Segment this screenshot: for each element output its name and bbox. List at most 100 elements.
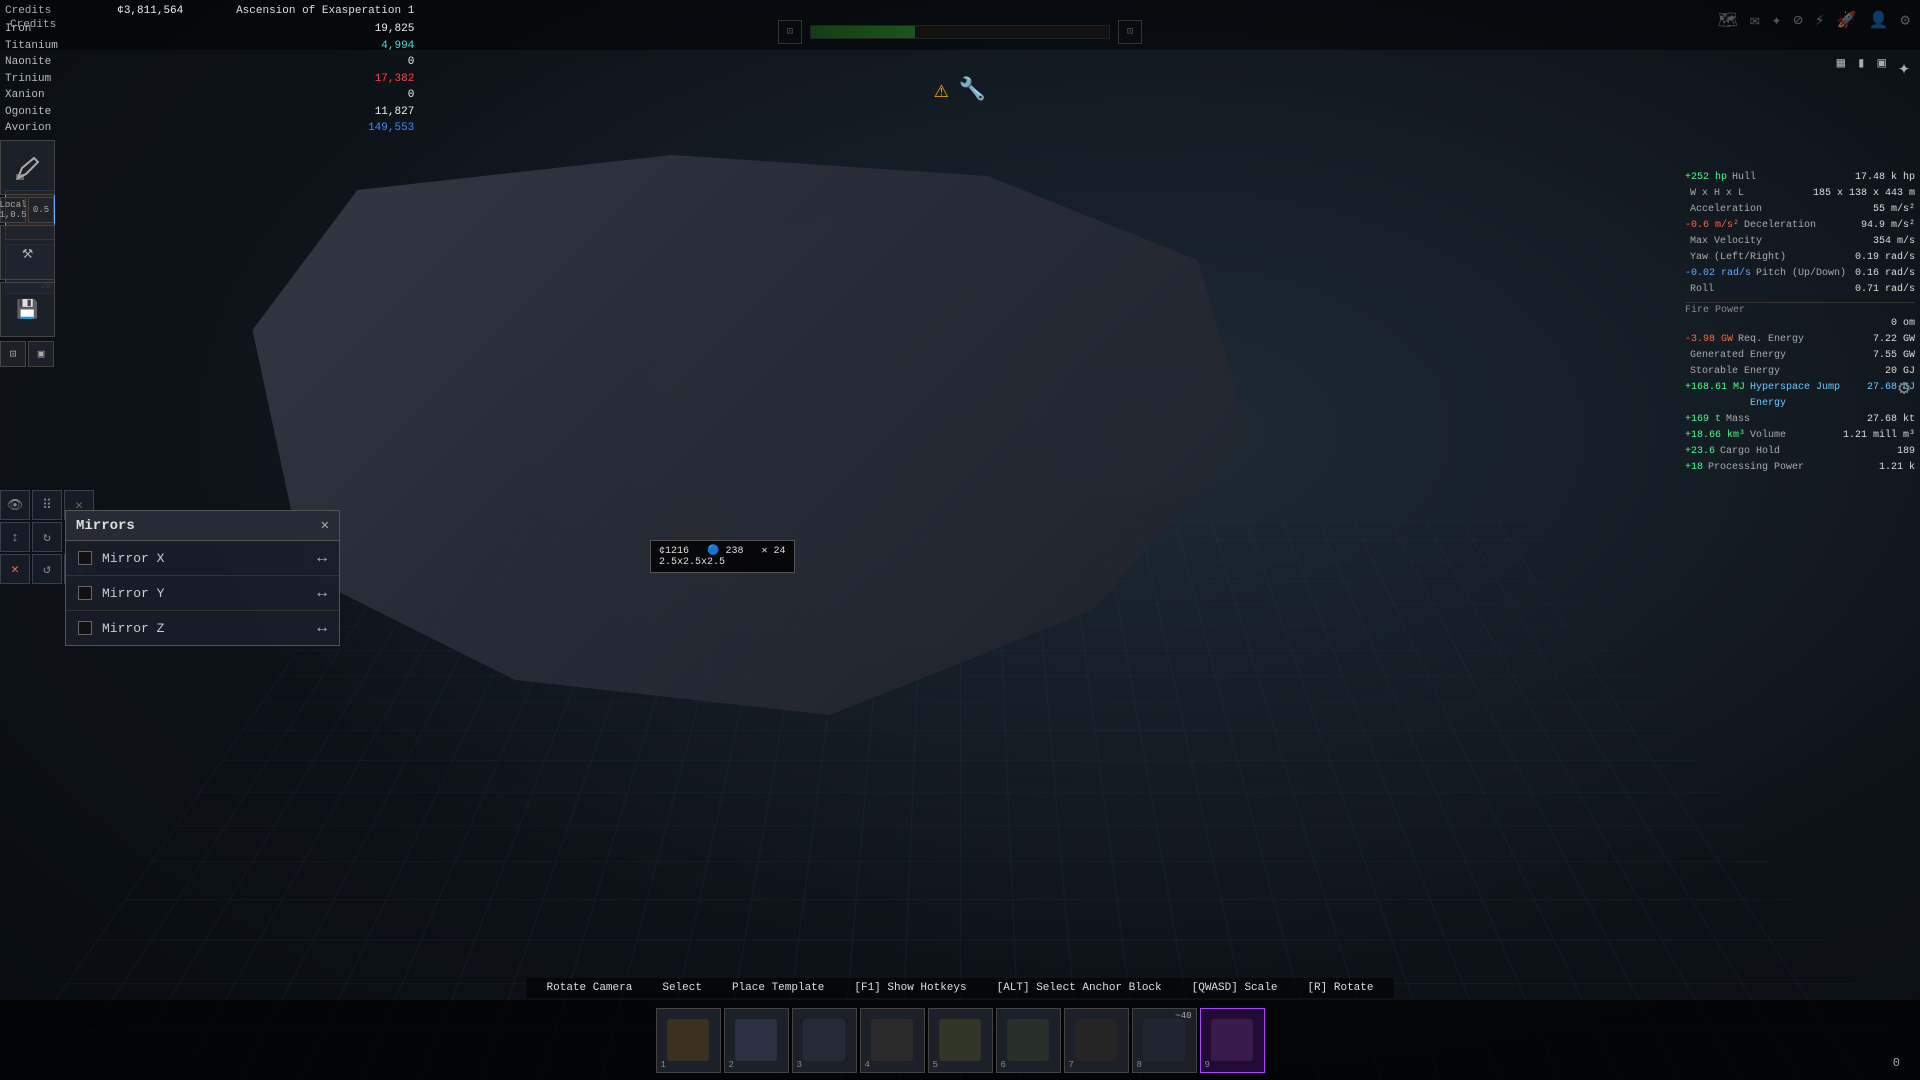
credits-value: ¢3,811,564 [117, 5, 183, 17]
settings-gear-button[interactable]: ⚙ [1898, 375, 1910, 401]
item-slot-7[interactable]: 7 [1064, 1008, 1129, 1073]
secondary-top-icons[interactable]: ▦ ▮ ▣ ✦ [1837, 55, 1910, 81]
mirror-z-row[interactable]: Mirror Z ↔ [66, 611, 339, 645]
hotkey-rotate: Rotate Camera [547, 982, 633, 994]
resource-trinium: Trinium 17,382 [5, 71, 414, 88]
resource-iron: Iron 19,825 [5, 21, 414, 38]
slot-icon-7 [1075, 1019, 1117, 1061]
mirror-z-checkbox[interactable] [78, 621, 92, 635]
credits-display: Credits ¢3,811,564 Ascension of Exaspera… [5, 5, 414, 17]
pitch-change: -0.02 rad/s [1685, 266, 1751, 282]
eye-icon[interactable]: 👁 [0, 490, 30, 520]
maxvel-label: Max Velocity [1690, 234, 1873, 250]
undo-icon[interactable]: ↺ [32, 554, 62, 584]
mass-label: Mass [1726, 412, 1867, 428]
mirror-x-row[interactable]: Mirror X ↔ [66, 541, 339, 576]
req-label: Req. Energy [1738, 332, 1873, 348]
build-icon3[interactable]: ▣ [1878, 55, 1886, 81]
resource-avorion: Avorion 149,553 [5, 120, 414, 137]
mirror-x-checkbox[interactable] [78, 551, 92, 565]
fire-power-header: Fire Power [1685, 302, 1915, 316]
x-delete-icon[interactable]: ✕ [0, 554, 30, 584]
dec-value: 94.9 m/s² [1861, 218, 1915, 234]
slot-icon-4 [871, 1019, 913, 1061]
yaw-value: 0.19 rad/s [1855, 250, 1915, 266]
ship-model [200, 120, 1250, 820]
proc-change: +18 [1685, 460, 1703, 476]
dec-change: -0.6 m/s² [1685, 218, 1739, 234]
wrench-tool-btn[interactable]: ⚒ [0, 225, 55, 280]
item-slot-4[interactable]: 4 [860, 1008, 925, 1073]
resource-xanion: Xanion 0 [5, 87, 414, 104]
dot-grid-icon[interactable]: ⠿ [32, 490, 62, 520]
cargo-label: Cargo Hold [1720, 444, 1897, 460]
mirror-x-label: Mirror X [102, 551, 307, 566]
hotkey-rotate-r: [R] Rotate [1307, 982, 1373, 994]
hotkey-template: Place Template [732, 982, 824, 994]
hotkey-alt: [ALT] Select Anchor Block [997, 982, 1162, 994]
resource-ogonite: Ogonite 11,827 [5, 104, 414, 121]
mirror-y-arrows-icon: ↔ [317, 584, 327, 602]
roll-label: Roll [1690, 282, 1855, 298]
item-slot-8[interactable]: 8 ~40 [1132, 1008, 1197, 1073]
item-slot-3[interactable]: 3 [792, 1008, 857, 1073]
item-slot-1[interactable]: 1 [656, 1008, 721, 1073]
item-slot-9[interactable]: 9 [1200, 1008, 1265, 1073]
vol-value: 1.21 mill m³ [1843, 428, 1915, 444]
stat-cargo: +23.6 Cargo Hold 189 [1685, 444, 1915, 460]
item-slots-bar[interactable]: 1 2 3 4 5 6 7 8 ~40 [651, 1003, 1270, 1078]
req-change: -3.98 GW [1685, 332, 1733, 348]
hull-value: 17.48 k hp [1855, 170, 1915, 186]
build-icon4[interactable]: ✦ [1898, 55, 1910, 81]
block-info-line1: ¢1216 🔵 238 ✕ 24 [659, 545, 786, 557]
resources-list: Iron 19,825 Titanium 4,994 Naonite 0 Tri… [5, 21, 414, 137]
frame-btn1[interactable]: ⊡ [0, 341, 26, 367]
paint-tool-btn[interactable] [0, 140, 55, 195]
stats-panel: +252 hp Hull 17.48 k hp W x H x L 185 x … [1685, 170, 1915, 476]
block-info-line2: 2.5x2.5x2.5 [659, 557, 786, 568]
stat-processing: +18 Processing Power 1.21 k [1685, 460, 1915, 476]
vol-change: +18.66 km³ [1685, 428, 1745, 444]
bottom-hud: 1 2 3 4 5 6 7 8 ~40 [0, 1000, 1920, 1080]
cargo-change: +23.6 [1685, 444, 1715, 460]
stat-firepower: 0 om [1685, 316, 1915, 332]
slot-icon-6 [1007, 1019, 1049, 1061]
tool-row-1[interactable]: Local1,0.5 0.5 [0, 197, 65, 223]
resource-naonite: Naonite 0 [5, 54, 414, 71]
item-slot-6[interactable]: 6 [996, 1008, 1061, 1073]
mirror-y-checkbox[interactable] [78, 586, 92, 600]
snap-toggle[interactable]: 0.5 [28, 197, 54, 223]
slot-icon-3 [803, 1019, 845, 1061]
hotkey-f1: [F1] Show Hotkeys [854, 982, 966, 994]
arrow-icon[interactable]: ↕ [0, 522, 30, 552]
mirror-y-row[interactable]: Mirror Y ↔ [66, 576, 339, 611]
tool-row-2[interactable]: ⊡ ▣ [0, 341, 65, 367]
proc-label: Processing Power [1708, 460, 1879, 476]
pitch-label: Pitch (Up/Down) [1756, 266, 1855, 282]
block-info-popup: ¢1216 🔵 238 ✕ 24 2.5x2.5x2.5 [650, 540, 795, 573]
left-toolbar[interactable]: Local1,0.5 0.5 ⚒ 💾 ⊡ ▣ [0, 140, 65, 367]
yaw-label: Yaw (Left/Right) [1690, 250, 1855, 266]
mirror-z-arrows-icon: ↔ [317, 619, 327, 637]
stat-gen-energy: Generated Energy 7.55 GW [1685, 348, 1915, 364]
stat-acceleration: Acceleration 55 m/s² [1685, 202, 1915, 218]
stat-pitch: -0.02 rad/s Pitch (Up/Down) 0.16 rad/s [1685, 266, 1915, 282]
rotate-icon[interactable]: ↻ [32, 522, 62, 552]
mass-change: +169 t [1685, 412, 1721, 428]
proc-value: 1.21 k [1879, 460, 1915, 476]
mirrors-close-button[interactable]: ✕ [321, 517, 329, 534]
stat-roll: Roll 0.71 rad/s [1685, 282, 1915, 298]
item-slot-5[interactable]: 5 [928, 1008, 993, 1073]
dim-label: W x H x L [1690, 186, 1813, 202]
frame-btn2[interactable]: ▣ [28, 341, 54, 367]
local-toggle[interactable]: Local1,0.5 [0, 197, 26, 223]
stat-volume: +18.66 km³ Volume 1.21 mill m³ [1685, 428, 1915, 444]
build-icon2[interactable]: ▮ [1857, 55, 1865, 81]
item-slot-2[interactable]: 2 [724, 1008, 789, 1073]
cargo-value: 189 [1897, 444, 1915, 460]
vol-label: Volume [1750, 428, 1843, 444]
mirrors-panel: Mirrors ✕ Mirror X ↔ Mirror Y ↔ Mirror Z… [65, 510, 340, 646]
credits-label-text: Credits [5, 5, 51, 17]
build-icon1[interactable]: ▦ [1837, 55, 1845, 81]
save-tool-btn[interactable]: 💾 [0, 282, 55, 337]
